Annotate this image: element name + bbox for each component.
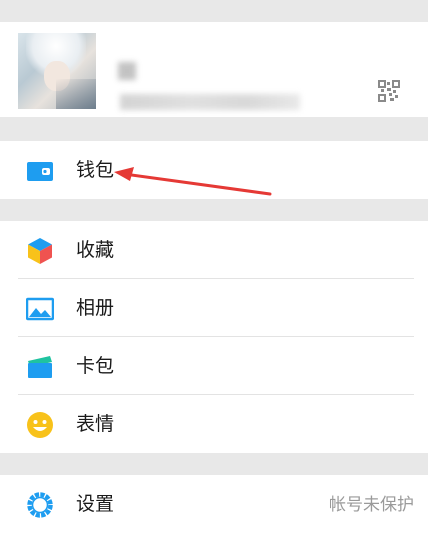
menu-item-settings[interactable]: 设置 帐号未保护 <box>0 475 428 535</box>
annotation-arrow <box>114 167 272 196</box>
menu-item-stickers[interactable]: 表情 <box>0 395 428 453</box>
gear-icon <box>27 492 53 518</box>
avatar[interactable] <box>18 33 96 109</box>
menu-item-label: 相册 <box>76 297 115 319</box>
card-wallet-icon <box>28 356 52 378</box>
menu-item-favorites[interactable]: 收藏 <box>0 221 428 279</box>
favorites-cube-icon <box>28 238 52 264</box>
blurred-nickname <box>118 62 136 80</box>
menu-item-label: 表情 <box>76 413 115 435</box>
menu-item-label: 收藏 <box>76 239 115 261</box>
smiley-icon <box>27 412 53 438</box>
menu-item-label: 设置 <box>76 493 115 515</box>
qr-code-icon[interactable] <box>378 80 400 102</box>
section-spacer <box>0 117 428 141</box>
blurred-account-id <box>120 94 300 110</box>
section-spacer <box>0 453 428 475</box>
menu-item-album[interactable]: 相册 <box>0 279 428 337</box>
album-image-icon <box>26 297 54 321</box>
menu-item-label: 钱包 <box>76 159 115 181</box>
menu-item-cards[interactable]: 卡包 <box>0 337 428 395</box>
security-status-text: 帐号未保护 <box>329 495 414 515</box>
menu-item-label: 卡包 <box>76 355 115 377</box>
wallet-icon <box>27 162 53 181</box>
profile-header[interactable] <box>0 22 428 117</box>
section-spacer <box>0 199 428 221</box>
top-spacer <box>0 0 428 22</box>
